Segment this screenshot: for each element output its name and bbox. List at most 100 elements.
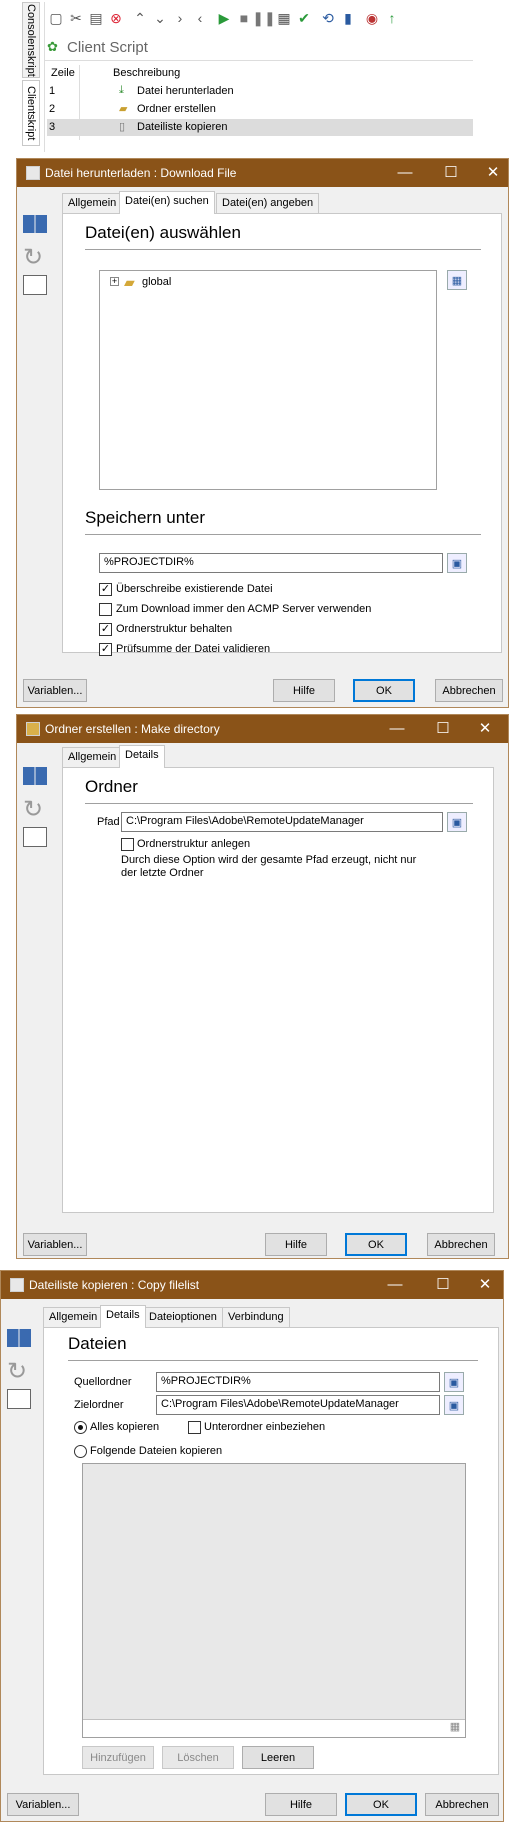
table-row[interactable]: 2 ▰ Ordner erstellen: [47, 101, 473, 119]
include-subfolders-checkbox[interactable]: [188, 1421, 201, 1434]
tab-client-script[interactable]: Clientskript: [22, 80, 40, 146]
use-acmp-server-checkbox[interactable]: [99, 603, 112, 616]
tab-file-options[interactable]: Dateioptionen: [143, 1307, 223, 1327]
variables-button[interactable]: Variablen...: [23, 679, 87, 702]
source-label: Quellordner: [74, 1376, 132, 1388]
delete-icon[interactable]: ⊗: [107, 8, 125, 28]
title-bar: Datei herunterladen : Download File — ☐ …: [17, 159, 508, 187]
record-icon[interactable]: ◉: [363, 8, 381, 28]
close-icon[interactable]: ✕: [475, 719, 495, 739]
table-row[interactable]: 3 ▯ Dateiliste kopieren: [47, 119, 473, 136]
remove-button[interactable]: Löschen: [162, 1746, 234, 1769]
section-folder: Ordner: [85, 777, 138, 796]
tab-connection[interactable]: Verbindung: [222, 1307, 290, 1327]
tab-general[interactable]: Allgemein: [43, 1307, 104, 1327]
indent-right-icon[interactable]: ›: [171, 8, 189, 28]
log-icon[interactable]: [7, 1389, 31, 1409]
side-icons: ↻: [21, 215, 51, 295]
check-icon[interactable]: ✔: [295, 8, 313, 28]
minimize-icon[interactable]: —: [385, 1275, 405, 1295]
browse-list-icon[interactable]: ▦: [447, 1720, 463, 1736]
cancel-button[interactable]: Abbrechen: [427, 1233, 495, 1256]
log-icon[interactable]: [23, 275, 47, 295]
help-button[interactable]: Hilfe: [273, 679, 335, 702]
file-tree[interactable]: + ▰ global: [99, 270, 437, 490]
tab-content: Ordner Pfad C:\Program Files\Adobe\Remot…: [62, 767, 494, 1213]
minimize-icon[interactable]: —: [387, 719, 407, 739]
stop-icon[interactable]: ■: [235, 8, 253, 28]
new-icon[interactable]: ▢: [47, 8, 65, 28]
upload-icon[interactable]: ↑: [383, 8, 401, 28]
table-row[interactable]: 1 ⤓ Datei herunterladen: [47, 83, 473, 101]
expand-icon[interactable]: +: [110, 277, 119, 286]
ok-button[interactable]: OK: [345, 1793, 417, 1816]
validate-checksum-checkbox[interactable]: ✓: [99, 643, 112, 656]
keep-structure-checkbox[interactable]: ✓: [99, 623, 112, 636]
browse-folder-button[interactable]: ▣: [447, 553, 467, 573]
folder-add-icon: [26, 722, 40, 736]
tab-details[interactable]: Details: [100, 1305, 146, 1328]
close-icon[interactable]: ✕: [475, 1275, 495, 1295]
variables-button[interactable]: Variablen...: [23, 1233, 87, 1256]
refresh-icon[interactable]: ↻: [23, 243, 51, 275]
clear-button[interactable]: Leeren: [242, 1746, 314, 1769]
close-icon[interactable]: ✕: [483, 163, 503, 183]
path-input[interactable]: C:\Program Files\Adobe\RemoteUpdateManag…: [121, 812, 443, 832]
tab-general[interactable]: Allgemein: [62, 747, 123, 767]
log-icon[interactable]: [23, 827, 47, 847]
maximize-icon[interactable]: ☐: [433, 1275, 453, 1295]
refresh-icon[interactable]: ↻: [7, 1357, 35, 1389]
up-icon[interactable]: ⌃: [131, 8, 149, 28]
minimize-icon[interactable]: —: [395, 163, 415, 183]
grid-icon[interactable]: [23, 767, 47, 785]
browse-target-button[interactable]: ▣: [444, 1395, 464, 1415]
tab-console-script[interactable]: Consolenskript: [22, 2, 40, 78]
copy-following-radio[interactable]: [74, 1445, 87, 1458]
scan-icon[interactable]: ⟲: [319, 8, 337, 28]
tab-details[interactable]: Details: [119, 745, 165, 768]
make-directory-dialog: Ordner erstellen : Make directory — ☐ ✕ …: [16, 714, 509, 1259]
save-path-input[interactable]: %PROJECTDIR%: [99, 553, 443, 573]
copy-all-radio[interactable]: [74, 1421, 87, 1434]
download-file-dialog: Datei herunterladen : Download File — ☐ …: [16, 158, 509, 708]
title-bar: Dateiliste kopieren : Copy filelist — ☐ …: [1, 1271, 503, 1299]
refresh-icon[interactable]: ↻: [23, 795, 51, 827]
browse-source-button[interactable]: ▣: [444, 1372, 464, 1392]
tab-bar: Allgemein Details: [62, 745, 494, 768]
play-icon[interactable]: ▶: [215, 8, 233, 28]
overwrite-checkbox[interactable]: ✓: [99, 583, 112, 596]
source-folder-input[interactable]: %PROJECTDIR%: [156, 1372, 440, 1392]
grid-icon[interactable]: [23, 215, 47, 233]
cancel-button[interactable]: Abbrechen: [425, 1793, 499, 1816]
file-list-input[interactable]: [83, 1719, 465, 1737]
download-icon: [26, 166, 40, 180]
report-icon[interactable]: ▦: [275, 8, 293, 28]
tab-search-files[interactable]: Datei(en) suchen: [119, 191, 215, 214]
create-structure-checkbox[interactable]: [121, 838, 134, 851]
ok-button[interactable]: OK: [353, 679, 415, 702]
add-button[interactable]: Hinzufügen: [82, 1746, 154, 1769]
maximize-icon[interactable]: ☐: [441, 163, 461, 183]
title-bar: Ordner erstellen : Make directory — ☐ ✕: [17, 715, 508, 743]
paste-icon[interactable]: ▤: [87, 8, 105, 28]
cancel-button[interactable]: Abbrechen: [435, 679, 503, 702]
tab-specify-files[interactable]: Datei(en) angeben: [216, 193, 320, 213]
browse-folder-button[interactable]: ▣: [447, 812, 467, 832]
cut-icon[interactable]: ✂: [67, 8, 85, 28]
tree-item-global[interactable]: global: [142, 276, 171, 288]
tab-general[interactable]: Allgemein: [62, 193, 123, 213]
pause-icon[interactable]: ❚❚: [252, 8, 275, 28]
browse-files-button[interactable]: ▦: [447, 270, 467, 290]
help-button[interactable]: Hilfe: [265, 1233, 327, 1256]
file-list[interactable]: ▦: [82, 1463, 466, 1738]
grid-icon[interactable]: [7, 1329, 31, 1347]
indent-left-icon[interactable]: ‹: [191, 8, 209, 28]
maximize-icon[interactable]: ☐: [433, 719, 453, 739]
down-icon[interactable]: ⌄: [151, 8, 169, 28]
ok-button[interactable]: OK: [345, 1233, 407, 1256]
target-folder-input[interactable]: C:\Program Files\Adobe\RemoteUpdateManag…: [156, 1395, 440, 1415]
help-button[interactable]: Hilfe: [265, 1793, 337, 1816]
chart-icon[interactable]: ▮: [339, 8, 357, 28]
variables-button[interactable]: Variablen...: [7, 1793, 79, 1816]
script-area: ▢ ✂ ▤ ⊗ ⌃ ⌄ › ‹ ▶ ■ ❚❚ ▦ ✔ ⟲ ▮ ◉ ↑ ✿ Cli…: [44, 2, 473, 152]
